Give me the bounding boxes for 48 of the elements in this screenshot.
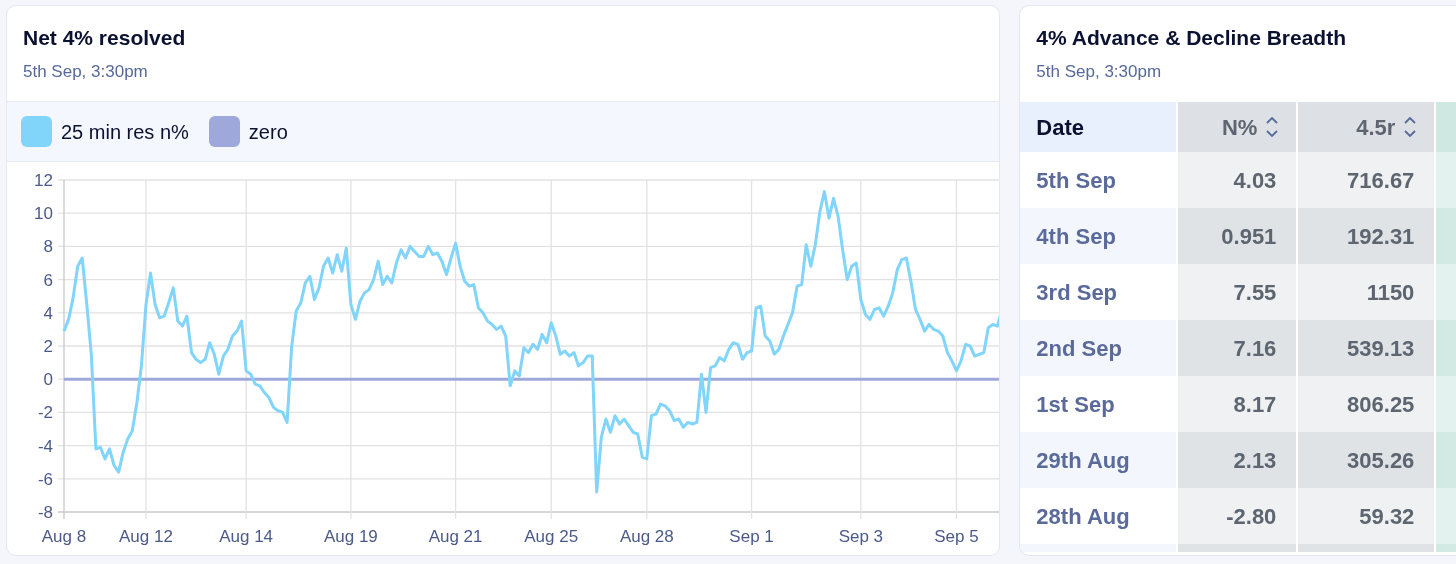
axis-label: 6: [43, 270, 53, 290]
table-cell: 305.26: [1298, 432, 1435, 488]
table-cell: 192.31: [1298, 208, 1435, 264]
axis-label: 8: [43, 237, 53, 257]
axis-label: 2: [43, 337, 53, 356]
column-header: Date: [1036, 113, 1085, 142]
table-cell: 2nd Sep: [1020, 320, 1177, 376]
sort-icon[interactable]: [1266, 116, 1279, 138]
timestamp: 5th Sep, 3:30pm: [1036, 62, 1163, 83]
legend-label: 25 min res n%: [61, 119, 189, 145]
axis-label: -6: [37, 469, 53, 489]
axis-label: 4: [43, 303, 53, 323]
axis-label: Sep 1: [729, 527, 774, 546]
axis-label: Aug 14: [219, 527, 274, 546]
axis-label: Aug 12: [119, 527, 173, 546]
timestamp: 5th Sep, 3:30pm: [23, 62, 149, 83]
table-cell: -2.80: [1178, 488, 1297, 544]
table-cell: 8.17: [1178, 376, 1297, 432]
axis-label: Aug 19: [323, 527, 378, 546]
axis-label: Aug 28: [619, 527, 674, 546]
axis-label: Aug 21: [428, 527, 483, 546]
column-header[interactable]: 4.5r: [1356, 110, 1396, 144]
table-cell: 29th Aug: [1020, 432, 1177, 488]
axis-label: -2: [37, 403, 53, 423]
card-title: Net 4% resolved: [23, 25, 187, 51]
axis-label: Sep 3: [838, 527, 884, 546]
axis-label: 0: [43, 370, 53, 390]
table-cell: 539.13: [1298, 320, 1435, 376]
axis-label: -8: [37, 503, 53, 522]
table-cell: 4th Sep: [1020, 208, 1177, 264]
axis-label: -4: [37, 436, 53, 456]
table-cell: 7.16: [1178, 320, 1297, 376]
table-cell: 806.25: [1298, 376, 1435, 432]
table-cell: 0.951: [1178, 208, 1297, 264]
legend-label: zero: [248, 119, 288, 145]
axis-label: 12: [34, 171, 53, 190]
table-cell: 716.67: [1298, 152, 1435, 208]
sort-icon[interactable]: [1404, 116, 1417, 138]
table-cell: 1150: [1298, 264, 1435, 320]
axis-label: Aug 8: [41, 527, 87, 546]
table-cell: 59.32: [1298, 488, 1435, 544]
card-title: 4% Advance & Decline Breadth: [1036, 25, 1348, 51]
table-cell: 4.03: [1178, 152, 1297, 208]
axis-label: Aug 25: [524, 527, 579, 546]
axis-label: Sep 5: [934, 527, 979, 546]
table-cell: 2.13: [1178, 432, 1297, 488]
table-cell: 7.55: [1178, 264, 1297, 320]
axis-label: 10: [34, 204, 53, 224]
